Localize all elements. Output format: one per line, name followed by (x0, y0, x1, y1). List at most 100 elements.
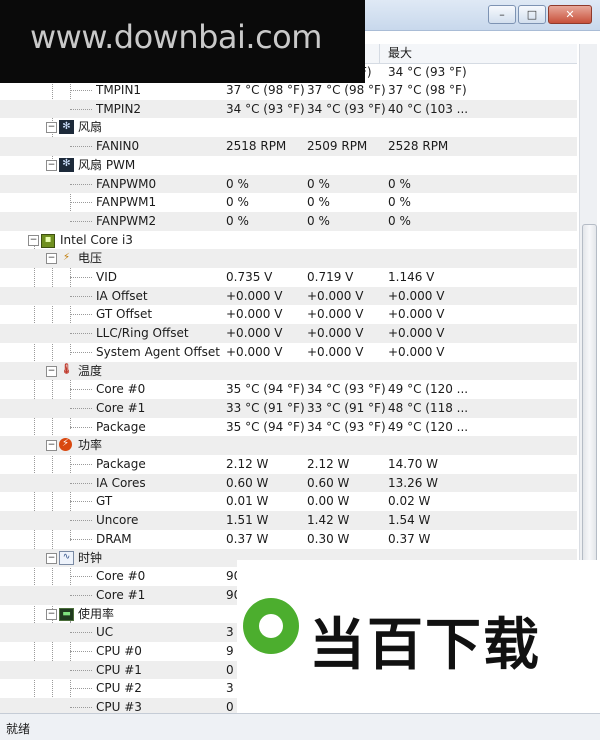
sensor-label: TMPIN2 (96, 101, 142, 116)
category-label: 风扇 (78, 120, 103, 135)
value-max: +0.000 V (388, 344, 445, 359)
status-text: 就绪 (6, 722, 31, 736)
sensor-row[interactable]: System Agent Offset +0.000 V +0.000 V +0… (0, 343, 577, 362)
value-min: 2509 RPM (307, 139, 368, 154)
value-min: 0.00 W (307, 494, 350, 509)
value-min: 33 °C (91 °F) (307, 400, 385, 415)
sensor-row[interactable]: FANPWM2 0 % 0 % 0 % (0, 211, 577, 231)
value-current: 0 % (226, 195, 249, 210)
category-row-voltage[interactable]: − ⚡ 电压 (0, 249, 577, 268)
sensor-row[interactable]: IA Cores 0.60 W 0.60 W 13.26 W (0, 473, 577, 493)
watermark-bottom: 当百下载 (237, 560, 600, 713)
sensor-row[interactable]: Uncore 1.51 W 1.42 W 1.54 W (0, 511, 577, 530)
sensor-label: FANPWM0 (96, 176, 157, 191)
value-min: +0.000 V (307, 288, 364, 303)
value-current: +0.000 V (226, 288, 283, 303)
minimize-button[interactable]: – (488, 5, 516, 24)
sensor-label: Package (96, 419, 146, 434)
value-max: 49 °C (120 ... (388, 419, 469, 434)
sensor-label: CPU #0 (96, 644, 142, 658)
value-min: 34 °C (93 °F) (307, 382, 385, 397)
sensor-row[interactable]: IA Offset +0.000 V +0.000 V +0.000 V (0, 286, 577, 306)
sensor-row[interactable]: Package 2.12 W 2.12 W 14.70 W (0, 455, 577, 474)
value-min: +0.000 V (307, 326, 364, 341)
value-current: 2518 RPM (226, 139, 287, 154)
category-row-temperature[interactable]: − 🌡 温度 (0, 361, 577, 381)
sensor-row[interactable]: GT Offset +0.000 V +0.000 V +0.000 V (0, 305, 577, 324)
collapse-toggle[interactable]: − (46, 365, 57, 377)
sensor-label: Core #1 (96, 587, 146, 602)
sensor-label: IA Offset (96, 288, 148, 303)
value-max: +0.000 V (388, 307, 445, 322)
watermark-text: 当百下载 (309, 613, 541, 678)
value-current: 0 % (226, 176, 249, 191)
value-min: 0.60 W (307, 475, 350, 490)
maximize-button[interactable]: □ (518, 5, 546, 24)
value-max: +0.000 V (388, 326, 445, 341)
sensor-label: FANPWM1 (96, 195, 157, 210)
value-max: +0.000 V (388, 288, 445, 303)
value-max: 49 °C (120 ... (388, 382, 469, 397)
value-min: +0.000 V (307, 344, 364, 359)
category-label: 风扇 PWM (78, 157, 136, 172)
value-min: 34 °C (93 °F) (307, 101, 385, 116)
sensor-label: VID (96, 270, 117, 284)
category-label: 温度 (78, 363, 103, 378)
sensor-row[interactable]: FANPWM0 0 % 0 % 0 % (0, 174, 577, 194)
value-max: 37 °C (98 °F) (388, 83, 467, 97)
sensor-row[interactable]: FANPWM1 0 % 0 % 0 % (0, 193, 577, 212)
value-min: 0 % (307, 195, 330, 210)
category-label: 使用率 (78, 606, 115, 621)
sensor-label: Package (96, 457, 146, 471)
value-max: 0 % (388, 213, 411, 228)
sensor-row[interactable]: FANIN0 2518 RPM 2509 RPM 2528 RPM (0, 137, 577, 156)
watermark-top: www.downbai.com (0, 0, 365, 83)
fan-pwm-icon: ✻ (59, 157, 74, 172)
clock-icon: ∿ (59, 550, 74, 565)
collapse-toggle[interactable]: − (46, 253, 57, 265)
value-current: 34 °C (93 °F) (226, 101, 304, 116)
collapse-toggle[interactable]: − (46, 608, 57, 620)
value-min: +0.000 V (307, 307, 364, 322)
value-current: 0.60 W (226, 475, 269, 490)
value-min: 0 % (307, 213, 330, 228)
device-label: Intel Core i3 (60, 232, 133, 247)
sensor-row[interactable]: LLC/Ring Offset +0.000 V +0.000 V +0.000… (0, 324, 577, 343)
status-bar: 就绪 (0, 713, 600, 740)
value-max: 13.26 W (388, 475, 439, 490)
value-max: 1.146 V (388, 270, 435, 284)
close-button[interactable]: ✕ (548, 5, 592, 24)
sensor-label: CPU #2 (96, 681, 142, 696)
scrollbar-thumb[interactable] (582, 224, 597, 596)
power-icon: ⚡ (59, 438, 72, 452)
collapse-toggle[interactable]: − (46, 440, 57, 452)
sensor-row[interactable]: TMPIN2 34 °C (93 °F) 34 °C (93 °F) 40 °C… (0, 99, 577, 119)
category-row-fan-pwm[interactable]: − ✻ 风扇 PWM (0, 156, 577, 175)
value-max: 2528 RPM (388, 139, 449, 154)
collapse-toggle[interactable]: − (46, 552, 57, 564)
value-max: 0.02 W (388, 494, 431, 509)
category-row-power[interactable]: − ⚡ 功率 (0, 436, 577, 455)
value-current: 0 % (226, 213, 249, 228)
value-current: 2.12 W (226, 457, 269, 471)
category-label: 功率 (78, 438, 103, 453)
value-max: 40 °C (103 ... (388, 101, 469, 116)
device-row-cpu[interactable]: − ▪ Intel Core i3 (0, 231, 577, 250)
collapse-toggle[interactable]: − (46, 122, 57, 134)
sensor-row[interactable]: Package 35 °C (94 °F) 34 °C (93 °F) 49 °… (0, 418, 577, 437)
sensor-row[interactable]: Core #0 35 °C (94 °F) 34 °C (93 °F) 49 °… (0, 380, 577, 399)
sensor-row[interactable]: GT 0.01 W 0.00 W 0.02 W (0, 492, 577, 511)
sensor-row[interactable]: Core #1 33 °C (91 °F) 33 °C (91 °F) 48 °… (0, 398, 577, 418)
collapse-toggle[interactable]: − (28, 234, 39, 246)
value-max: 14.70 W (388, 457, 439, 471)
sensor-label: IA Cores (96, 475, 146, 490)
column-header-max[interactable]: 最大 (379, 44, 578, 63)
sensor-row[interactable]: VID 0.735 V 0.719 V 1.146 V (0, 268, 577, 287)
sensor-row[interactable]: DRAM 0.37 W 0.30 W 0.37 W (0, 530, 577, 549)
value-min: 0 % (307, 176, 330, 191)
category-row-fan[interactable]: − ✻ 风扇 (0, 118, 577, 137)
sensor-row[interactable]: TMPIN1 37 °C (98 °F) 37 °C (98 °F) 37 °C… (0, 81, 577, 100)
value-min: 2.12 W (307, 457, 350, 471)
value-current: 33 °C (91 °F) (226, 400, 304, 415)
collapse-toggle[interactable]: − (46, 159, 57, 171)
